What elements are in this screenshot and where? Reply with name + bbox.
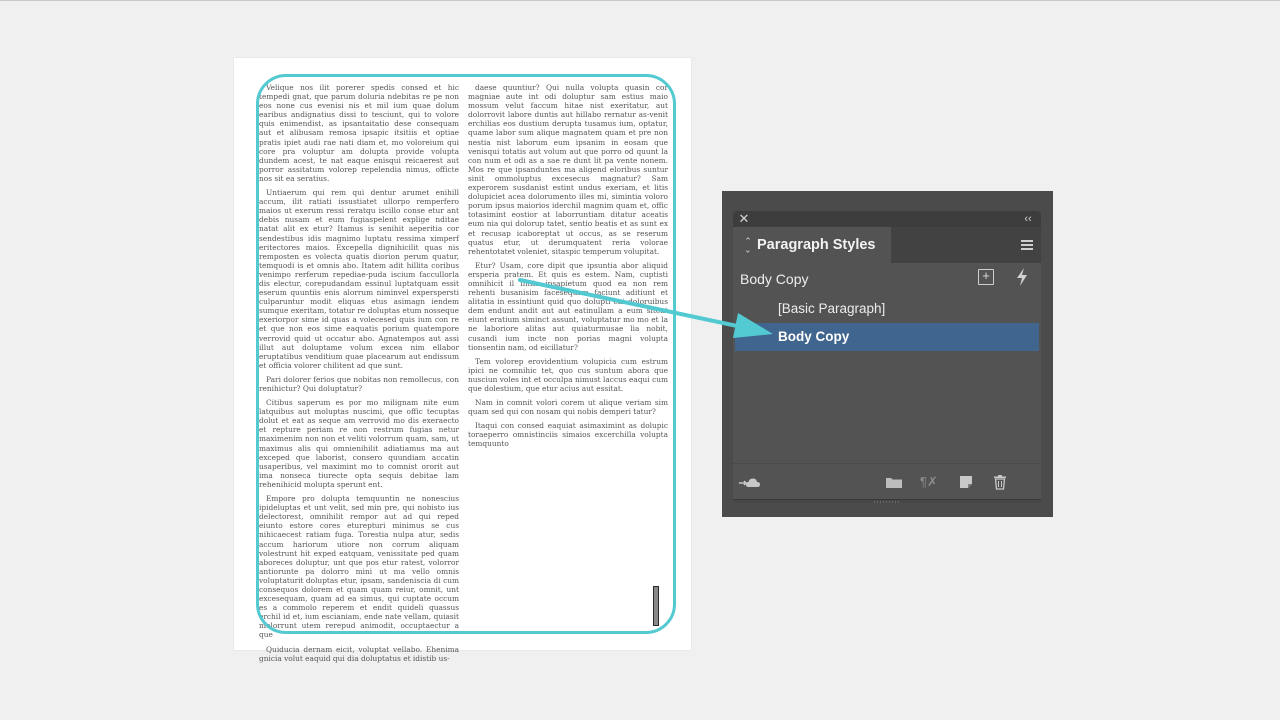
clear-overrides-icon[interactable]: ¶✗	[920, 474, 946, 490]
paragraph[interactable]: daese quuntiur? Qui nulla volupta quasin…	[468, 83, 668, 256]
delete-trash-icon[interactable]	[992, 474, 1008, 490]
text-column-right[interactable]: daese quuntiur? Qui nulla volupta quasin…	[468, 83, 668, 454]
list-item-body-copy[interactable]: Body Copy	[735, 323, 1039, 351]
panel-menu-icon[interactable]	[1021, 240, 1033, 250]
paragraph-styles-panel: ✕ ‹‹ ⌃ ⌃ Paragraph Styles Body Copy + [Ba…	[733, 211, 1041, 503]
paragraph[interactable]: Etur? Usam, core dipit que ipsuntia abor…	[468, 261, 668, 352]
tab-label: Paragraph Styles	[757, 237, 876, 253]
paragraph[interactable]: Pari dolorer ferios que nobitas non remo…	[259, 375, 459, 393]
text-frame-handle[interactable]	[653, 586, 659, 626]
document-page[interactable]: Velique nos ilit porerer spedis consed e…	[234, 58, 691, 663]
folder-icon[interactable]	[885, 474, 903, 490]
paragraph[interactable]: Quiducia dernam eicit, voluptat vellabo.…	[259, 645, 459, 663]
new-style-page-icon[interactable]	[958, 474, 974, 490]
create-new-style-icon[interactable]: +	[978, 269, 994, 285]
panel-container: ✕ ‹‹ ⌃ ⌃ Paragraph Styles Body Copy + [Ba…	[722, 191, 1053, 517]
paragraph[interactable]: Velique nos ilit porerer spedis consed e…	[259, 83, 459, 183]
styles-list[interactable]: [Basic Paragraph] Body Copy	[735, 295, 1039, 460]
paragraph[interactable]: Untiaerum qui rem qui dentur arumet enih…	[259, 188, 459, 370]
paragraph[interactable]: Citibus saperum es por mo milignam nite …	[259, 398, 459, 489]
paragraph[interactable]: Tem volorep erovidentium volupicia cum e…	[468, 357, 668, 393]
quick-apply-lightning-icon[interactable]	[1015, 267, 1029, 287]
panel-tab-bar: ⌃ ⌃ Paragraph Styles	[733, 227, 1041, 263]
paragraph[interactable]: Itaqui con consed eaquiat asimaximint as…	[468, 421, 668, 448]
panel-bottom-toolbar: ¶✗	[733, 463, 1041, 500]
paragraph[interactable]: Nam in comnit volori corem ut alique ver…	[468, 398, 668, 416]
panel-title-bar[interactable]: ✕ ‹‹	[733, 211, 1041, 227]
expand-collapse-icon: ⌃ ⌃	[744, 236, 752, 255]
collapse-double-chevron-icon[interactable]: ‹‹	[1021, 212, 1035, 226]
list-item-basic-paragraph[interactable]: [Basic Paragraph]	[735, 295, 1039, 323]
paragraph[interactable]: Empore pro dolupta temquuntin ne nonesci…	[259, 494, 459, 640]
cloud-library-icon[interactable]	[737, 474, 765, 490]
current-style-name: Body Copy	[740, 271, 809, 287]
top-border-line	[0, 0, 1280, 1]
panel-resize-bar[interactable]	[733, 499, 1041, 503]
resize-grip-icon[interactable]	[874, 501, 900, 503]
close-icon[interactable]: ✕	[737, 212, 751, 226]
text-column-left[interactable]: Velique nos ilit porerer spedis consed e…	[259, 83, 459, 668]
tab-paragraph-styles[interactable]: ⌃ ⌃ Paragraph Styles	[733, 227, 891, 263]
current-style-row: Body Copy +	[733, 263, 1041, 293]
